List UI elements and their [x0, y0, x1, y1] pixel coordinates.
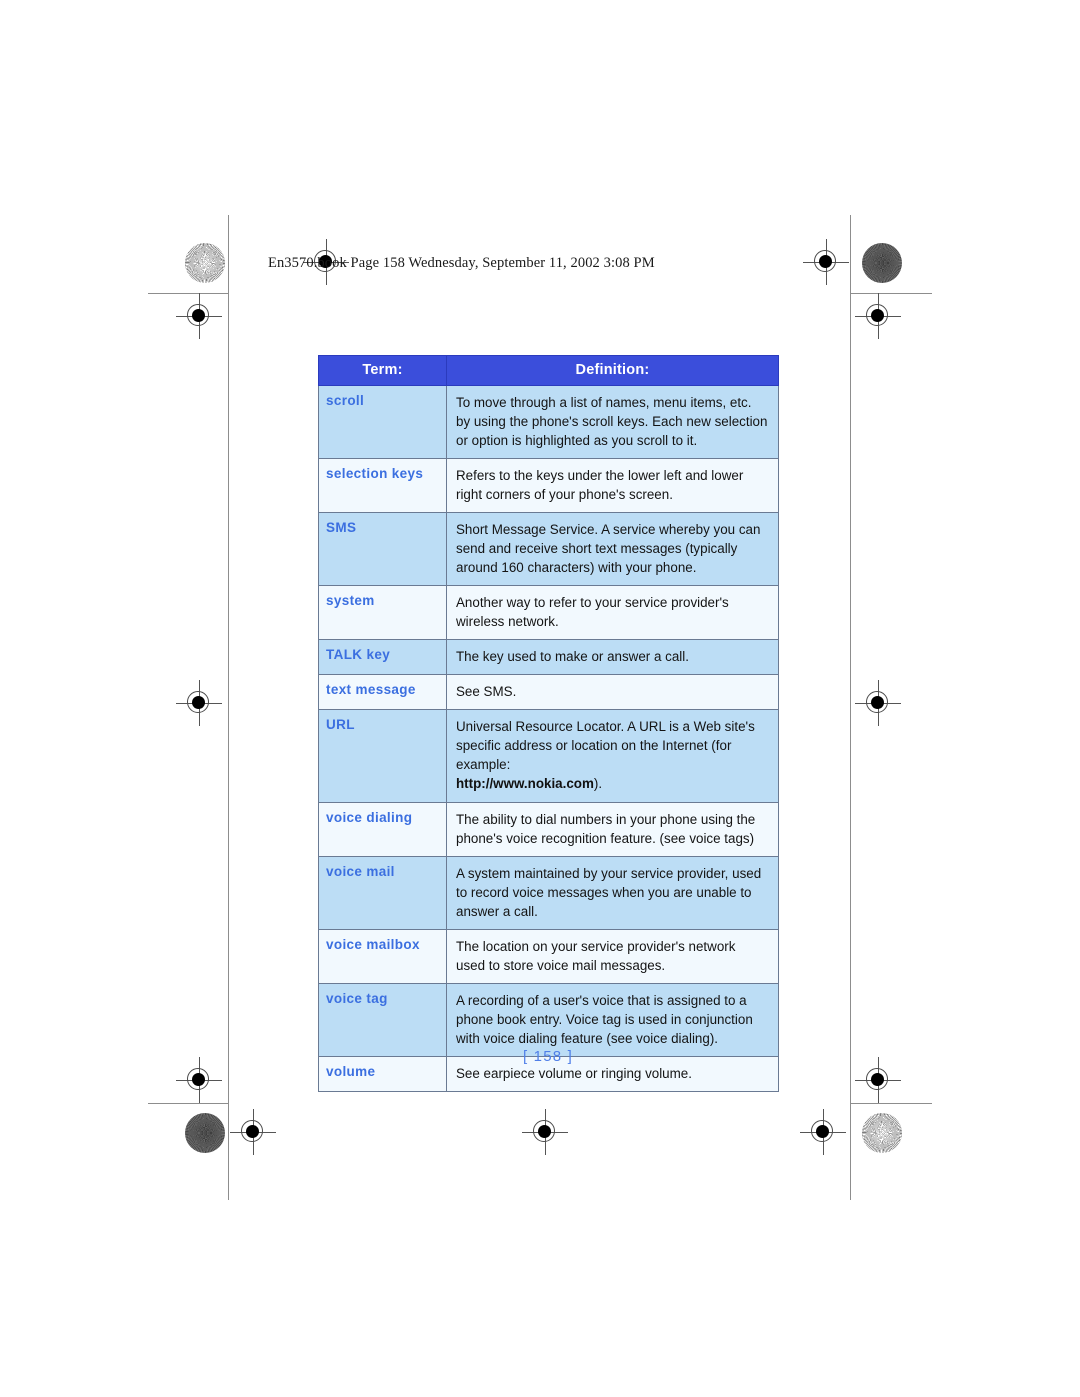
crop-line-bottom-left	[148, 1103, 228, 1104]
page-number: [ 158 ]	[522, 1048, 574, 1065]
registration-mark-bottom-center	[522, 1109, 568, 1155]
registration-mark-top-left-outer	[176, 293, 222, 339]
table-row: voice mailbox The location on your servic…	[318, 928, 779, 984]
definition-suffix: ).	[593, 776, 603, 792]
table-row: system Another way to refer to your servi…	[318, 585, 779, 641]
glossary-definition: See SMS.	[446, 674, 779, 711]
glossary-term: scroll	[318, 384, 447, 460]
glossary-term: voice tag	[318, 982, 447, 1057]
glossary-term: text message	[318, 674, 447, 711]
column-header-term: Term:	[318, 355, 447, 386]
table-row: URL Universal Resource Locator. A URL is …	[318, 709, 779, 803]
crop-line-top-right	[850, 293, 932, 294]
rosette-mark-bottom-left	[185, 1113, 225, 1153]
glossary-term: voice dialing	[318, 801, 447, 857]
registration-mark-top-right-inner	[803, 239, 849, 285]
glossary-definition: The ability to dial numbers in your phon…	[446, 801, 779, 857]
glossary-term: voice mailbox	[318, 928, 447, 984]
glossary-definition: A recording of a user's voice that is as…	[446, 982, 779, 1057]
nokia-url-text: http://www.nokia.com	[456, 776, 594, 792]
glossary-term: TALK key	[318, 639, 447, 676]
table-row: voice mail A system maintained by your se…	[318, 855, 779, 930]
table-row: TALK key The key used to make or answer a…	[318, 639, 779, 676]
glossary-term: SMS	[318, 512, 447, 587]
registration-mark-bottom-right-inner	[800, 1109, 846, 1155]
registration-mark-middle-right	[855, 680, 901, 726]
crop-line-left	[228, 215, 229, 1200]
table-row: text message See SMS.	[318, 674, 779, 711]
glossary-definition: A system maintained by your service prov…	[446, 855, 779, 930]
column-header-definition: Definition:	[446, 355, 779, 386]
crop-line-top-left	[148, 293, 228, 294]
registration-mark-bottom-right-outer	[855, 1057, 901, 1103]
glossary-definition: Short Message Service. A service whereby…	[446, 512, 779, 587]
table-row: voice dialing The ability to dial numbers…	[318, 801, 779, 857]
definition-text: Universal Resource Locator. A URL is a W…	[456, 719, 755, 773]
table-header-row: Term: Definition:	[318, 355, 779, 386]
glossary-definition: To move through a list of names, menu it…	[446, 384, 779, 460]
crop-line-bottom-right	[850, 1103, 932, 1104]
registration-mark-top-right-outer	[855, 293, 901, 339]
document-header-line: En3570.book Page 158 Wednesday, Septembe…	[268, 255, 655, 271]
glossary-term: system	[318, 585, 447, 641]
registration-mark-bottom-left-outer	[176, 1057, 222, 1103]
glossary-definition: The key used to make or answer a call.	[446, 639, 779, 676]
rosette-mark-top-left	[185, 243, 225, 283]
glossary-definition: The location on your service provider's …	[446, 928, 779, 984]
glossary-definition: Refers to the keys under the lower left …	[446, 458, 779, 514]
crop-line-right	[850, 215, 851, 1200]
table-row: voice tag A recording of a user's voice t…	[318, 982, 779, 1057]
registration-mark-middle-left	[176, 680, 222, 726]
table-row: SMS Short Message Service. A service wher…	[318, 512, 779, 587]
rosette-mark-top-right	[862, 243, 902, 283]
registration-mark-bottom-left-inner	[230, 1109, 276, 1155]
glossary-term: voice mail	[318, 855, 447, 930]
rosette-mark-bottom-right	[862, 1113, 902, 1153]
glossary-term: URL	[318, 709, 447, 803]
glossary-table-body: scroll To move through a list of names, m…	[318, 384, 779, 1092]
table-row: scroll To move through a list of names, m…	[318, 384, 779, 460]
table-row: selection keys Refers to the keys under t…	[318, 458, 779, 514]
glossary-definition: Universal Resource Locator. A URL is a W…	[446, 709, 779, 803]
glossary-definition: Another way to refer to your service pro…	[446, 585, 779, 641]
glossary-table: Term: Definition: scroll To move through …	[318, 355, 779, 1092]
definition-url-line: http://www.nokia.com).	[456, 774, 768, 793]
glossary-term: selection keys	[318, 458, 447, 514]
